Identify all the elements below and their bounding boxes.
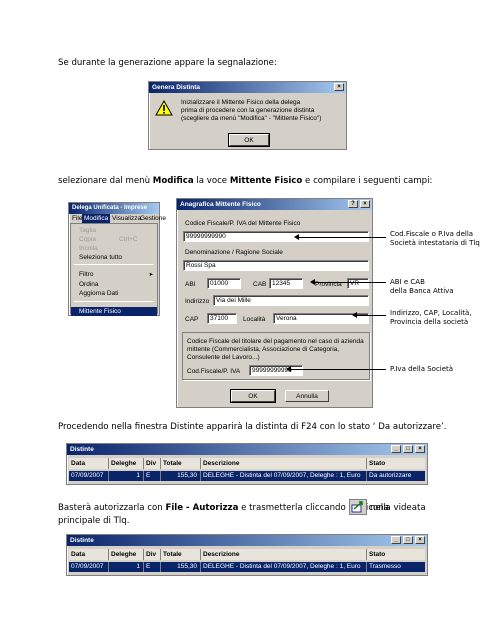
abi-label: ABI — [185, 281, 196, 288]
help-icon[interactable]: ? — [348, 200, 358, 208]
dialog-title: Genera Distinta — [152, 84, 201, 91]
indirizzo-input[interactable]: Via dei Mille — [213, 295, 369, 306]
col-stato[interactable]: Stato — [367, 458, 425, 469]
menu-file[interactable]: File — [72, 214, 82, 223]
genera-distinta-dialog: Genera Distinta × Inizializzare il Mitte… — [148, 81, 347, 150]
menu-item-aggiorna-dati[interactable]: Aggiorna Dati — [71, 289, 157, 298]
denominazione-label: Denominazione / Ragione Sociale — [185, 249, 283, 256]
modifica-dropdown: Taglia Copia Ctrl+C Incolla Seleziona tut… — [70, 223, 158, 316]
videata-text: nella videata — [370, 503, 426, 513]
annotation-codfiscale: Cod.Fiscale o P.Iva della Società intesta… — [390, 230, 480, 247]
maximize-icon[interactable]: □ — [403, 536, 413, 544]
form-titlebar: Anagrafica Mittente Fisico ? × — [177, 199, 372, 210]
col-deleghe[interactable]: Deleghe — [109, 458, 144, 469]
principale-text: principale di Tlq. — [58, 516, 130, 526]
menu-bar: File Modifica Visualizza Gestione — [69, 214, 166, 223]
annotation-piva: P.Iva della Società — [390, 365, 454, 373]
menu-item-ordina[interactable]: Ordina — [71, 280, 157, 289]
menu-visualizza[interactable]: Visualizza — [112, 214, 141, 223]
table-header: Data Deleghe Div Totale Descrizione Stat… — [69, 549, 425, 560]
menu-item-filtro[interactable]: Filtro ▸ — [71, 270, 157, 279]
menuwin-titlebar: Delega Unificata - Imprese — [69, 203, 159, 214]
minimize-icon[interactable]: _ — [391, 536, 401, 544]
dialog-titlebar: Genera Distinta × — [149, 82, 346, 93]
titolare-groupbox: Codice Fiscale del titolare del pagament… — [182, 332, 370, 380]
annotation-line — [314, 282, 386, 283]
menu-item-mittente-fisico[interactable]: Mittente Fisico — [71, 307, 157, 316]
provincia-input[interactable]: VR — [347, 278, 369, 289]
close-icon[interactable]: × — [360, 200, 370, 208]
transmit-icon[interactable] — [349, 499, 367, 515]
close-icon[interactable]: × — [415, 445, 425, 453]
dialog-message-line3: (scegliere da menù "Modifica" - "Mittent… — [181, 115, 322, 122]
abi-input[interactable]: 01000 — [207, 278, 241, 289]
close-icon[interactable]: × — [334, 83, 344, 91]
cab-input[interactable]: 12345 — [269, 278, 303, 289]
ok-button[interactable]: OK — [228, 133, 270, 147]
menu-item-taglia: Taglia — [79, 227, 96, 234]
minimize-icon[interactable]: _ — [391, 445, 401, 453]
menu-item-copia: Copia Ctrl+C — [79, 236, 138, 243]
cab-label: CAB — [253, 281, 267, 288]
annotation-abi-cab: ABI e CAB della Banca Attiva — [390, 278, 454, 295]
delega-unificata-window: Delega Unificata - Imprese File Modifica… — [68, 202, 166, 316]
codice-label: Codice Fiscale/P. IVA del Mittente Fisic… — [185, 220, 301, 227]
distinte-window-1: Distinte _ □ × Data Deleghe Div Totale D… — [66, 443, 428, 485]
close-icon[interactable]: × — [415, 536, 425, 544]
annotation-line — [290, 369, 386, 370]
distinte-title: Distinte — [70, 446, 94, 453]
cf-label: Cod.Fiscale/P. IVA — [187, 368, 241, 375]
col-descrizione[interactable]: Descrizione — [201, 549, 367, 560]
annulla-button[interactable]: Annulla — [285, 390, 329, 402]
distinte-window-2: Distinte _ □ × Data Deleghe Div Totale D… — [66, 534, 428, 576]
col-div[interactable]: Div — [144, 458, 161, 469]
instruction-text: selezionare dal menù Modifica la voce Mi… — [58, 176, 433, 186]
col-stato[interactable]: Stato — [367, 549, 425, 560]
menu-divider — [74, 301, 154, 302]
menu-modifica[interactable]: Modifica — [82, 214, 111, 223]
col-totale[interactable]: Totale — [161, 549, 201, 560]
menu-divider — [74, 264, 154, 265]
autorizza-text: Basterà autorizzarla con File - Autorizz… — [58, 503, 390, 513]
ok-button[interactable]: OK — [230, 389, 276, 403]
menu-item-incolla: Incolla — [79, 245, 98, 252]
cf-piva-input[interactable]: 99999999990 — [249, 365, 303, 376]
annotation-indirizzo: Indirizzo, CAP, Località, Provincia della… — [390, 309, 472, 326]
cap-input[interactable]: 37100 — [207, 313, 237, 324]
col-totale[interactable]: Totale — [161, 458, 201, 469]
note-line3: Consulente del Lavoro...) — [187, 354, 260, 361]
anagrafica-mittente-window: Anagrafica Mittente Fisico ? × Codice Fi… — [176, 198, 373, 408]
distinte-titlebar: Distinte _ □ × — [67, 535, 427, 546]
col-data[interactable]: Data — [69, 549, 109, 560]
form-title: Anagrafica Mittente Fisico — [180, 201, 261, 208]
distinte-title: Distinte — [70, 537, 94, 544]
col-descrizione[interactable]: Descrizione — [201, 458, 367, 469]
submenu-arrow-icon: ▸ — [149, 271, 153, 278]
annotation-line — [356, 315, 386, 316]
maximize-icon[interactable]: □ — [403, 445, 413, 453]
cap-label: CAP — [185, 316, 199, 323]
table-row[interactable]: 07/09/2007 1 E 155,30 DELEGHE - Distinta… — [69, 562, 425, 572]
col-data[interactable]: Data — [69, 458, 109, 469]
col-div[interactable]: Div — [144, 549, 161, 560]
procedendo-text: Procedendo nella finestra Distinte appar… — [58, 422, 447, 432]
indirizzo-label: Indirizzo — [185, 298, 210, 305]
distinte-titlebar: Distinte _ □ × — [67, 444, 427, 455]
warning-icon — [155, 100, 173, 116]
table-header: Data Deleghe Div Totale Descrizione Stat… — [69, 458, 425, 469]
menu-item-seleziona-tutto[interactable]: Seleziona tutto — [71, 253, 157, 262]
intro-text: Se durante la generazione appare la segn… — [58, 58, 277, 68]
table-row[interactable]: 07/09/2007 1 E 155,30 DELEGHE - Distinta… — [69, 471, 425, 481]
menuwin-title: Delega Unificata - Imprese — [72, 205, 148, 211]
denominazione-input[interactable]: Rossi Spa — [183, 260, 369, 271]
menu-gestione[interactable]: Gestione — [140, 214, 166, 223]
col-deleghe[interactable]: Deleghe — [109, 549, 144, 560]
localita-label: Località — [243, 316, 266, 323]
annotation-line — [298, 237, 386, 238]
